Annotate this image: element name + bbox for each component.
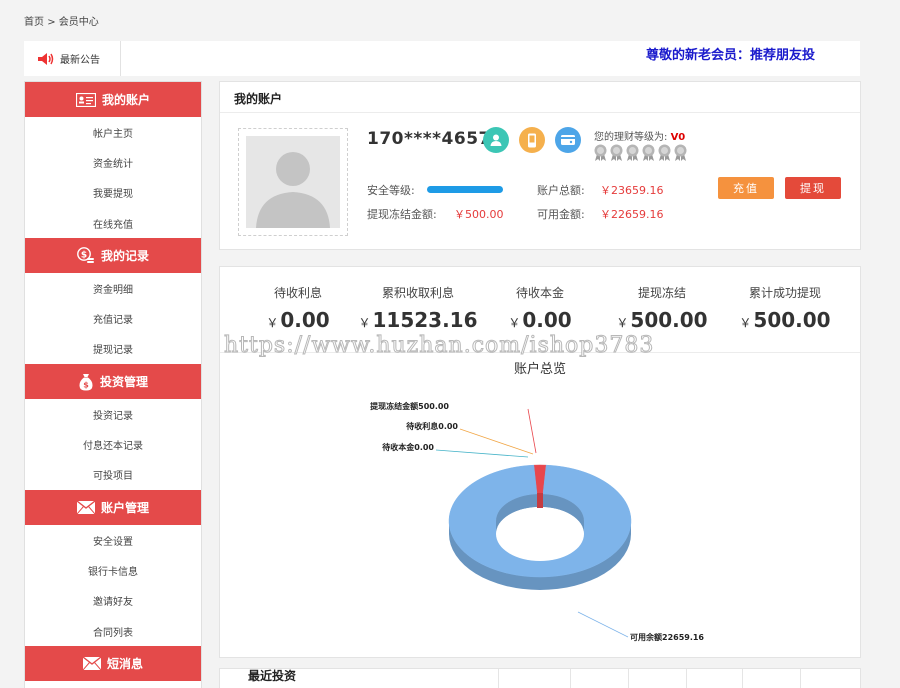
sidebar-item[interactable]: 邀请好友 — [25, 586, 201, 616]
notice-marquee[interactable]: 尊敬的新老会员：推荐朋友投 — [646, 44, 815, 63]
notice-label[interactable]: 最新公告 — [24, 41, 121, 76]
divider — [570, 669, 571, 688]
total-value: ￥23659.16 — [600, 184, 664, 197]
account-overview-chart: 提现冻结金额500.00 待收利息0.00 待收本金0.00 可用余额22659.16 — [370, 401, 704, 642]
level-medals — [593, 144, 688, 161]
sidebar-item[interactable]: 我要提现 — [25, 178, 201, 208]
sidebar-item[interactable]: 合同列表 — [25, 616, 201, 646]
breadcrumb-current: 会员中心 — [58, 17, 99, 28]
medal-icon — [626, 144, 639, 161]
money-bag-icon: $ — [78, 373, 100, 391]
sidebar-section-title: 账户管理 — [100, 500, 149, 515]
chart-data-label: 待收本金0.00 — [381, 442, 434, 452]
chart-label-line — [527, 408, 537, 454]
medal-icon — [658, 144, 671, 161]
identity-verify-icon[interactable] — [483, 127, 509, 153]
chart-label-line — [577, 611, 629, 638]
sidebar-item[interactable]: 帐户主页 — [25, 117, 201, 147]
available-label: 可用金额: — [537, 208, 585, 221]
sidebar-item[interactable]: 安全设置 — [25, 525, 201, 555]
chart-data-label: 提现冻结金额500.00 — [370, 401, 449, 411]
withdraw-button[interactable]: 提现 — [785, 177, 841, 199]
sidebar-item[interactable]: 提现记录 — [25, 334, 201, 364]
breadcrumb: 首页 > 会员中心 — [24, 13, 99, 28]
sidebar-section-title: 我的记录 — [100, 249, 149, 264]
breadcrumb-home[interactable]: 首页 — [24, 17, 44, 28]
notice-label-text: 最新公告 — [60, 55, 100, 66]
recharge-button[interactable]: 充值 — [718, 177, 774, 199]
sidebar-item[interactable]: 银行卡信息 — [25, 555, 201, 585]
user-silhouette-icon — [256, 152, 330, 228]
bank-card-icon[interactable] — [555, 127, 581, 153]
sidebar-section-title: 我的账户 — [101, 93, 150, 107]
level-value: V0 — [670, 132, 686, 143]
account-panel-title: 我的账户 — [234, 92, 283, 106]
medal-icon — [594, 144, 607, 161]
divider — [800, 669, 801, 688]
frozen-label: 提现冻结金额: — [367, 208, 437, 221]
coins-icon: $ — [77, 246, 101, 265]
sidebar-item[interactable]: 资金明细 — [25, 273, 201, 303]
divider — [686, 669, 687, 688]
security-label: 安全等级: — [367, 184, 415, 197]
sidebar-section-header[interactable]: $ 我的记录 — [25, 238, 201, 274]
recent-investments-title: 最近投资 — [248, 669, 297, 683]
sidebar-section-header[interactable]: 账户管理 — [25, 489, 201, 525]
chart-data-label: 可用余额22659.16 — [630, 632, 704, 642]
notice-bar: 最新公告 尊敬的新老会员：推荐朋友投 — [24, 41, 860, 76]
chart-data-label: 待收利息0.00 — [405, 421, 458, 431]
frozen-value: ￥500.00 — [454, 208, 504, 221]
medal-icon — [674, 144, 687, 161]
breadcrumb-separator: > — [47, 17, 56, 28]
medal-icon — [642, 144, 655, 161]
id-card-icon — [75, 92, 102, 107]
sidebar-item[interactable]: 资金统计 — [25, 147, 201, 177]
phone-verify-icon[interactable] — [519, 127, 545, 153]
sidebar-item[interactable]: 可投项目 — [25, 460, 201, 490]
envelope-icon — [82, 657, 107, 671]
speaker-icon — [38, 52, 54, 65]
divider — [498, 669, 499, 688]
svg-text:$: $ — [83, 380, 89, 389]
divider — [628, 669, 629, 688]
account-overview-panel: 待收利息 ￥ 0.00 累积收取利息 ￥ 11523.16 待收本金 ￥ 0.00 提现冻结 ￥ 50… — [219, 266, 861, 658]
chart-hole — [496, 507, 584, 561]
sidebar-section-header[interactable]: 我的账户 — [25, 82, 201, 117]
sidebar: 我的账户帐户主页 资金统计 我要提现 在线充值 $ 我的记录资金明细 充值记录 提现记录 $ 投资… — [24, 81, 202, 688]
svg-text:$: $ — [81, 250, 87, 260]
sidebar-section-header[interactable]: 短消息 — [25, 646, 201, 682]
sidebar-section-header[interactable]: $ 投资管理 — [25, 364, 201, 400]
sidebar-item[interactable]: 投资记录 — [25, 399, 201, 429]
account-panel: 我的账户 170****4657 您的理财等级为: V0 安全等级: 账户总额:… — [219, 81, 861, 250]
chart-label-line — [459, 428, 534, 455]
chart-slice-side — [537, 493, 543, 508]
available-value: ￥22659.16 — [600, 208, 664, 221]
sidebar-item[interactable]: 付息还本记录 — [25, 429, 201, 459]
level-label: 您的理财等级为: V0 — [594, 132, 686, 143]
envelope-icon — [76, 500, 101, 514]
divider — [220, 112, 860, 113]
total-label: 账户总额: — [537, 184, 585, 197]
chart-label-line — [435, 449, 529, 458]
sidebar-item[interactable]: 充值记录 — [25, 303, 201, 333]
sidebar-section-title: 短消息 — [106, 657, 143, 672]
avatar[interactable] — [238, 128, 348, 236]
account-phone: 170****4657 — [367, 129, 491, 149]
sidebar-section-title: 投资管理 — [99, 375, 148, 390]
recent-investments-panel: 最近投资 — [219, 668, 861, 688]
divider — [742, 669, 743, 688]
security-level-bar — [427, 186, 503, 193]
medal-icon — [610, 144, 623, 161]
sidebar-item[interactable]: 在线充值 — [25, 208, 201, 238]
